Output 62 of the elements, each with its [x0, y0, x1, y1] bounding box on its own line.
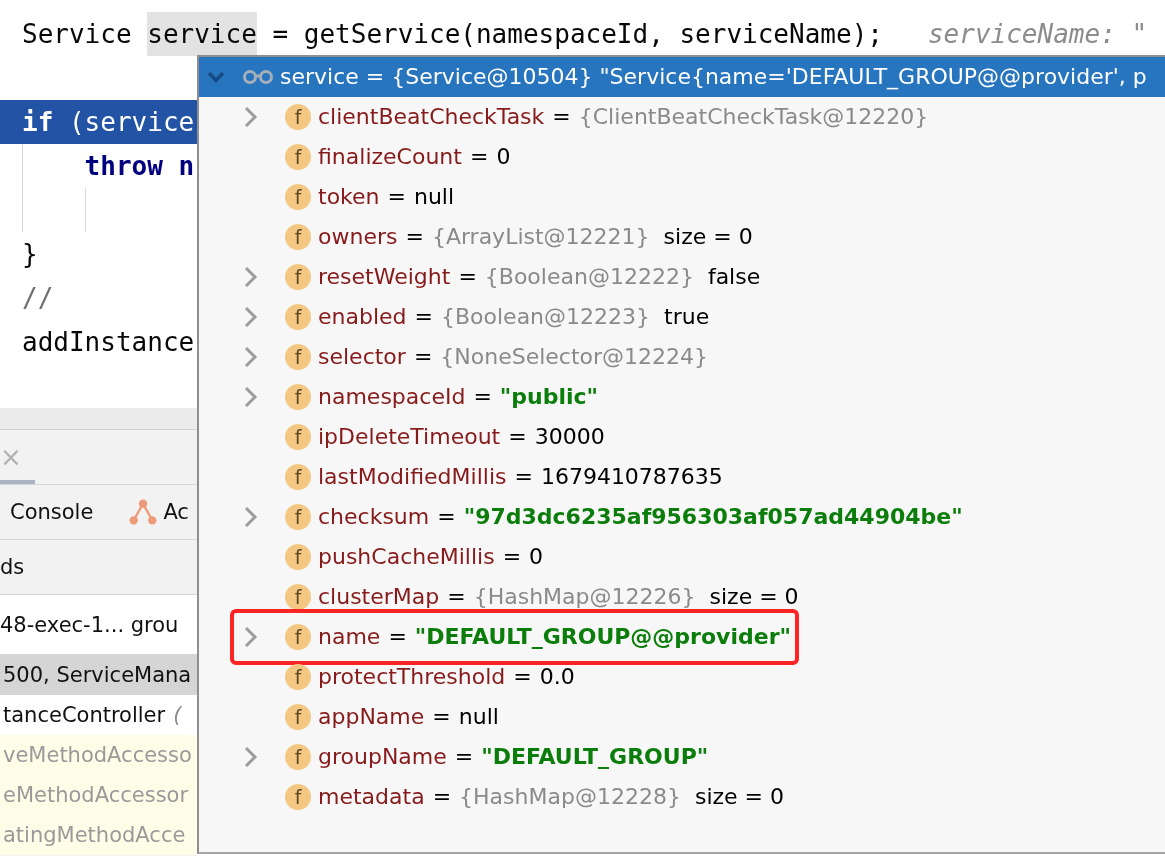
variable-entry: metadata = {HashMap@12228} size = 0 [318, 785, 784, 809]
toolbar-tab[interactable]: Console [10, 500, 94, 524]
toolbar-tab[interactable]: Ac [129, 499, 189, 525]
variable-entry: protectThreshold = 0.0 [318, 665, 575, 689]
field-badge: f [285, 304, 311, 330]
expand-chevron-icon[interactable] [243, 345, 259, 369]
field-badge: f [285, 544, 311, 570]
variable-entry: namespaceId = "public" [318, 385, 599, 409]
variable-entry: groupName = "DEFAULT_GROUP" [318, 745, 709, 769]
field-badge: f [285, 664, 311, 690]
expand-chevron-icon[interactable] [243, 305, 259, 329]
field-badge: f [285, 104, 311, 130]
expand-chevron-icon[interactable] [243, 385, 259, 409]
root-node-row[interactable]: service = {Service@10504} "Service{name='DEFAULT_GROUP@@provider', p [199, 57, 1165, 97]
inline-value-hint: serviceName: " [927, 18, 1148, 51]
field-badge: f [285, 704, 311, 730]
variable-entry: clusterMap = {HashMap@12226} size = 0 [318, 585, 799, 609]
variable-entry: enabled = {Boolean@12223} true [318, 305, 710, 329]
field-badge: f [285, 624, 311, 650]
field-badge: f [285, 744, 311, 770]
field-badge: f [285, 424, 311, 450]
expand-chevron-icon[interactable] [243, 625, 259, 649]
variable-entry: clientBeatCheckTask = {ClientBeatCheckTask@12220} [318, 105, 929, 129]
stack-frame[interactable]: 500, ServiceMana [0, 655, 197, 695]
expand-chevron-icon[interactable] [243, 505, 259, 529]
glasses-icon [243, 70, 273, 84]
code-line: if (service [22, 106, 195, 139]
expand-chevron-icon[interactable] [243, 745, 259, 769]
stack-frame[interactable]: tanceController ( [0, 695, 197, 735]
field-badge: f [285, 584, 311, 610]
variable-entry: ipDeleteTimeout = 30000 [318, 425, 605, 449]
thread-selector[interactable]: 48-exec-1... grou [0, 595, 197, 655]
field-badge: f [285, 464, 311, 490]
panel-title: ds [0, 555, 25, 579]
code-line: addInstance [22, 326, 195, 359]
field-badge: f [285, 264, 311, 290]
field-badge: f [285, 224, 311, 250]
node-value-text: service = {Service@10504} "Service{name='DEFAULT_GROUP@@provider', p [280, 64, 1147, 90]
variable-entry: pushCacheMillis = 0 [318, 545, 544, 569]
variable-entry: name = "DEFAULT_GROUP@@provider" [318, 625, 791, 649]
field-badge: f [285, 184, 311, 210]
chevron-down-icon[interactable] [207, 71, 225, 83]
variable-entry: lastModifiedMillis = 1679410787635 [318, 465, 723, 489]
field-badge: f [285, 504, 311, 530]
expand-chevron-icon[interactable] [243, 265, 259, 289]
code-line: // [22, 282, 54, 315]
field-badge: f [285, 784, 311, 810]
code-line: } [22, 238, 38, 271]
expand-chevron-icon[interactable] [243, 105, 259, 129]
field-badge: f [285, 144, 311, 170]
code-line: Service service = getService(namespaceId, serviceName); [22, 12, 883, 56]
variable-entry: finalizeCount = 0 [318, 145, 511, 169]
field-badge: f [285, 384, 311, 410]
code-line: throw n [84, 150, 195, 183]
node-graph-icon [129, 499, 158, 525]
variable-entry: token = null [318, 185, 455, 209]
variable-entry: appName = null [318, 705, 499, 729]
variable-entry: resetWeight = {Boolean@12222} false [318, 265, 761, 289]
variable-entry: owners = {ArrayList@12221} size = 0 [318, 225, 753, 249]
variable-entry: selector = {NoneSelector@12224} [318, 345, 709, 369]
field-badge: f [285, 344, 311, 370]
variable-entry: checksum = "97d3dc6235af956303af057ad44904be" [318, 505, 963, 529]
